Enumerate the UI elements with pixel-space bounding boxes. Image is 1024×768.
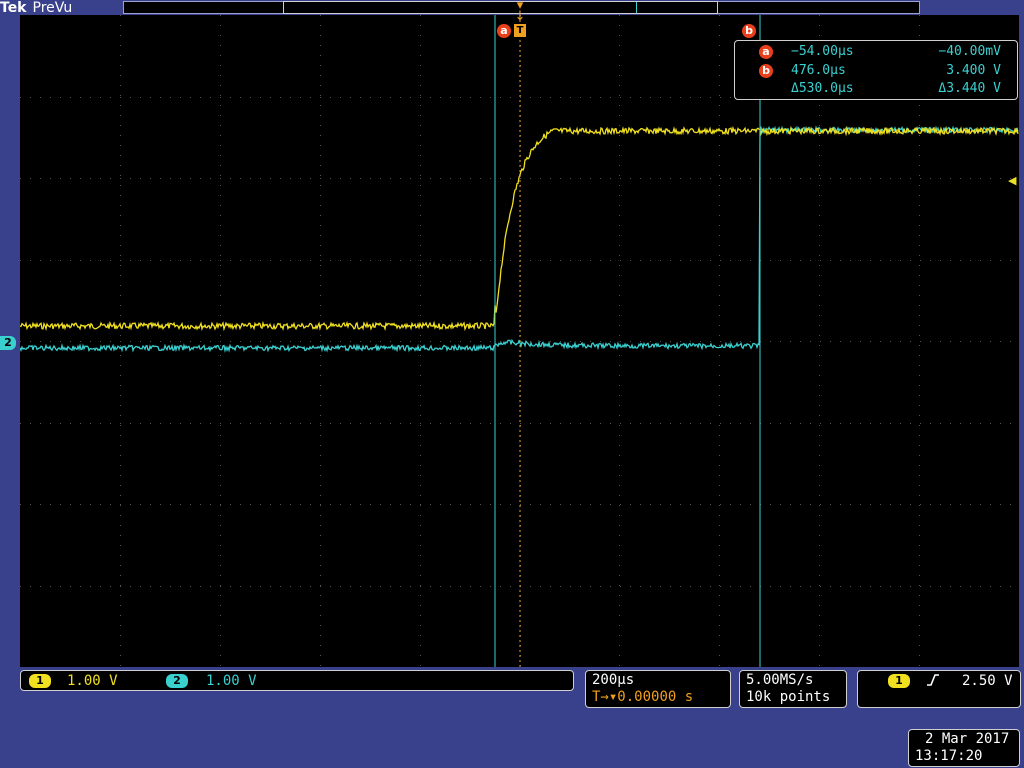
readout-b-time: 476.0µs <box>791 63 846 78</box>
waveform-display[interactable] <box>20 15 1019 667</box>
timebase-panel[interactable]: 200µs T→▾0.00000 s <box>585 670 731 708</box>
date-text: 2 Mar 2017 <box>925 731 1010 747</box>
readout-delta-time: Δ530.0µs <box>791 81 854 96</box>
ch1-scale: 1.00 V <box>67 673 118 689</box>
readout-delta-value: Δ3.440 V <box>938 81 1001 96</box>
horizontal-delay: T→▾0.00000 s <box>592 689 693 705</box>
cursor-a-marker-label: a <box>500 24 508 37</box>
graticule-grid <box>20 15 1011 666</box>
datetime-panel: 2 Mar 2017 13:17:20 <box>908 729 1020 767</box>
rising-edge-icon <box>926 672 940 694</box>
cursor-a-marker[interactable]: a <box>497 24 511 38</box>
trigger-level: 2.50 V <box>962 673 1013 689</box>
ch2-waveform <box>20 125 1019 353</box>
record-length: 10k points <box>746 689 831 705</box>
readout-row-b: b 476.0µs 3.400 V <box>735 62 1017 80</box>
readout-a-value: −40.00mV <box>938 44 1001 59</box>
waveform-svg <box>20 15 1019 667</box>
trigger-marker-label: T <box>516 25 524 36</box>
cursor-b-marker-label: b <box>745 24 753 37</box>
ch2-marker-label: 2 <box>4 336 12 349</box>
readout-a-icon: a <box>759 45 773 59</box>
horizontal-scale: 200µs <box>592 672 635 688</box>
record-view-center <box>636 2 637 13</box>
trigger-panel[interactable]: 1 2.50 V <box>857 670 1021 708</box>
trigger-level-icon[interactable]: ◀ <box>1008 174 1022 188</box>
record-view-window[interactable] <box>283 1 718 14</box>
readout-b-value: 3.400 V <box>946 63 1001 78</box>
trigger-source-badge: 1 <box>888 674 910 688</box>
time-text: 13:17:20 <box>915 748 983 764</box>
brand-label: Tek PreVu <box>0 0 72 16</box>
ch2-scale: 1.00 V <box>206 673 257 689</box>
delay-value: 0.00000 s <box>617 689 694 705</box>
delay-prefix-icon: T→▾ <box>592 689 618 705</box>
cursor-readout[interactable]: a −54.00µs −40.00mV b 476.0µs 3.400 V Δ5… <box>734 40 1018 100</box>
cursor-b-marker[interactable]: b <box>742 24 756 38</box>
trigger-point-icon: ▾ ↓ <box>514 0 526 24</box>
ch2-ground-marker[interactable]: 2 <box>0 336 16 350</box>
readout-b-icon: b <box>759 64 773 78</box>
ch2-badge[interactable]: 2 <box>166 674 188 688</box>
brand-name: Tek <box>0 0 27 16</box>
readout-a-time: −54.00µs <box>791 44 854 59</box>
sample-rate: 5.00MS/s <box>746 672 814 688</box>
readout-row-a: a −54.00µs −40.00mV <box>735 43 1017 61</box>
ch1-badge[interactable]: 1 <box>29 674 51 688</box>
ch1-waveform <box>20 125 1019 332</box>
acq-state: PreVu <box>32 0 73 16</box>
trigger-position-marker[interactable]: T <box>514 24 526 37</box>
readout-row-delta: Δ530.0µs Δ3.440 V <box>735 80 1017 98</box>
channel-scale-panel[interactable]: 1 1.00 V 2 1.00 V <box>20 670 574 691</box>
acquisition-panel[interactable]: 5.00MS/s 10k points <box>739 670 847 708</box>
